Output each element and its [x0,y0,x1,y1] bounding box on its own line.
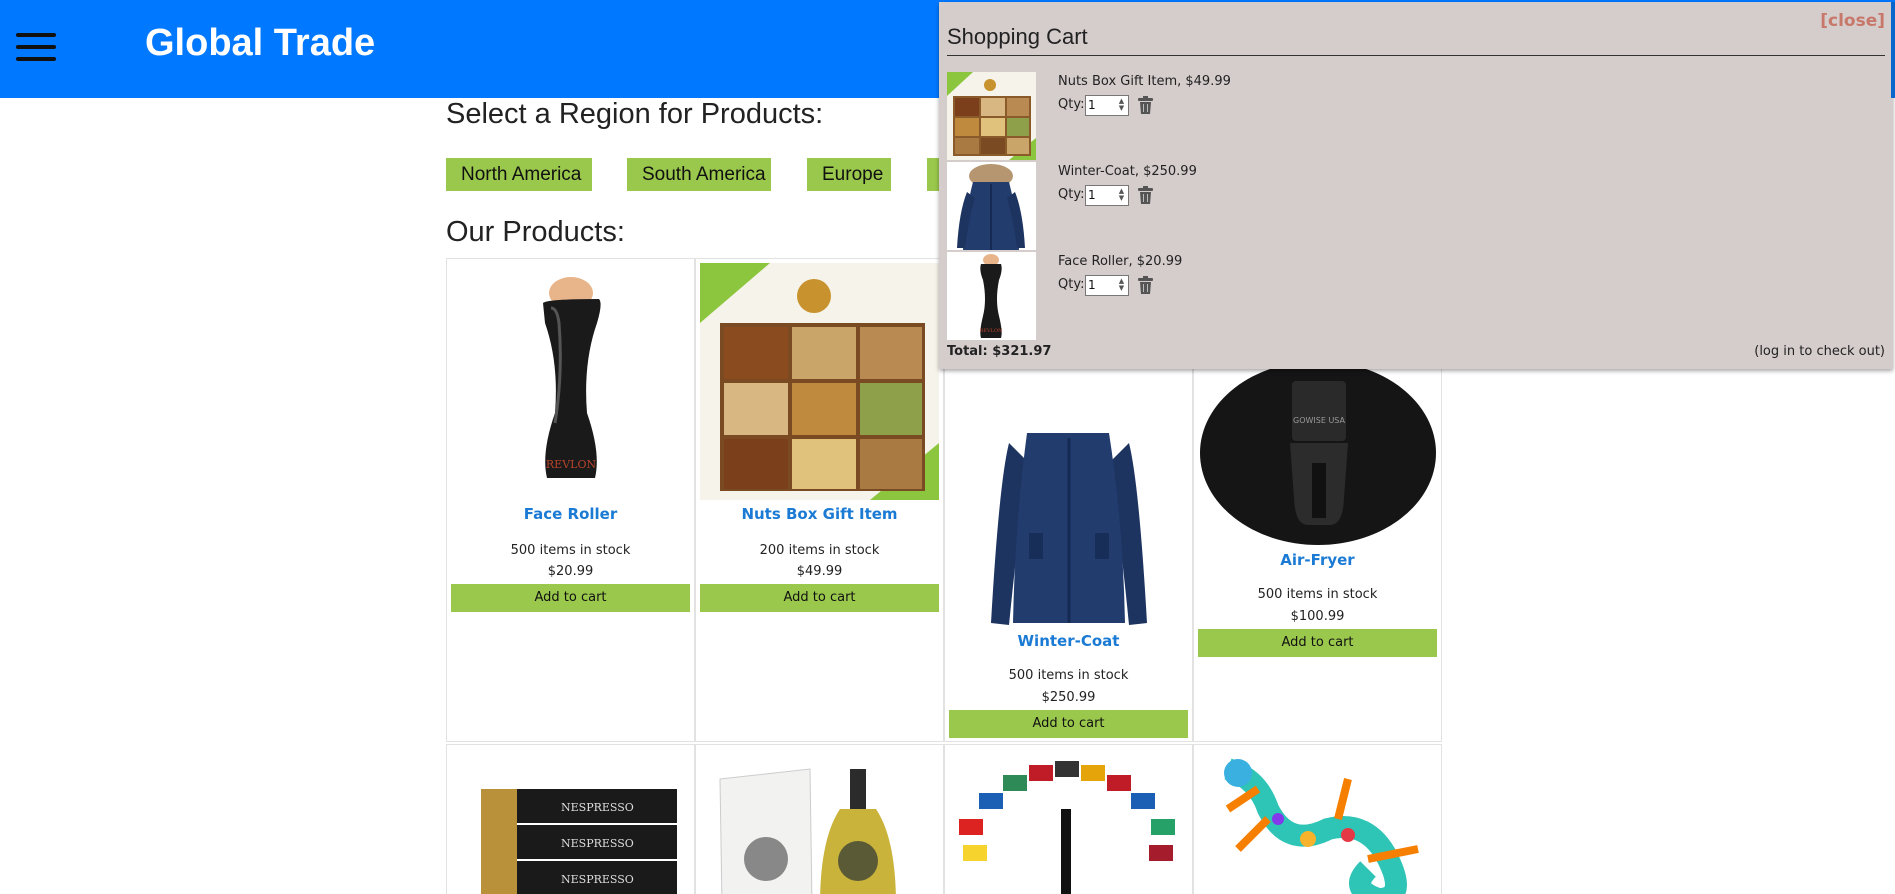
region-europe-button[interactable]: Europe [807,158,891,191]
brand-title: Global Trade [145,22,376,64]
shopping-cart-panel: Shopping Cart [close] Nuts Box Gift Item… [939,2,1893,369]
product-stock: 500 items in stock [1257,587,1378,602]
cart-item: Nuts Box Gift Item, $49.99 Qty: 1 ▲ ▼ [947,72,1877,160]
spinner-arrows-icon[interactable]: ▲ ▼ [1117,278,1126,293]
product-card: NESPRESSO NESPRESSO NESPRESSO [446,744,695,894]
winter-coat-image [947,162,1036,250]
product-price: $100.99 [1290,609,1345,624]
world-flags-image[interactable] [949,749,1188,894]
cart-item: REVLON Face Roller, $20.99 Qty: 1 ▲ ▼ [947,252,1877,340]
quantity-stepper[interactable]: 1 ▲ ▼ [1085,95,1129,116]
product-price: $20.99 [547,564,594,579]
quantity-value: 1 [1088,98,1096,112]
trash-icon[interactable] [1137,96,1154,115]
svg-text:REVLON: REVLON [546,458,597,471]
nuts-box-image [947,72,1036,160]
product-name[interactable]: Face Roller [447,505,694,523]
svg-text:NESPRESSO: NESPRESSO [561,801,634,814]
scrollbar[interactable] [1891,2,1895,98]
face-roller-image: REVLON [947,252,1036,340]
product-name[interactable]: Winter-Coat [945,632,1192,650]
qty-label: Qty: [1058,97,1085,112]
region-south-america-button[interactable]: South America [627,158,771,191]
qty-label: Qty: [1058,277,1085,292]
cart-total: Total: $321.97 [947,344,1052,359]
product-price: $49.99 [796,564,843,579]
spinner-arrows-icon[interactable]: ▲ ▼ [1117,188,1126,203]
add-to-cart-button[interactable]: Add to cart [949,710,1188,738]
quantity-stepper[interactable]: 1 ▲ ▼ [1085,275,1129,296]
cart-divider [947,55,1885,56]
product-card [1193,744,1442,894]
quantity-value: 1 [1088,278,1096,292]
product-card [944,744,1193,894]
trash-icon[interactable] [1137,186,1154,205]
add-to-cart-button[interactable]: Add to cart [700,584,939,612]
cart-item-label: Face Roller, $20.99 [1058,254,1183,269]
hamburger-menu-icon[interactable] [16,33,56,61]
product-card [695,744,944,894]
trash-icon[interactable] [1137,276,1154,295]
region-north-america-button[interactable]: North America [446,158,592,191]
product-stock: 200 items in stock [759,543,880,558]
checkout-note[interactable]: (log in to check out) [1754,344,1885,359]
gecko-art-image[interactable] [1198,749,1437,894]
region-heading: Select a Region for Products: [446,98,824,130]
product-name[interactable]: Nuts Box Gift Item [696,505,943,523]
face-roller-image[interactable]: REVLON [451,263,690,500]
add-to-cart-button[interactable]: Add to cart [1198,629,1437,657]
cart-item-label: Nuts Box Gift Item, $49.99 [1058,74,1231,89]
product-name[interactable]: Air-Fryer [1194,551,1441,569]
product-card: Nuts Box Gift Item 200 items in stock $4… [695,258,944,742]
product-stock: 500 items in stock [510,543,631,558]
svg-text:NESPRESSO: NESPRESSO [561,873,634,886]
svg-text:REVLON: REVLON [980,328,1003,334]
cart-title: Shopping Cart [947,24,1088,49]
products-heading: Our Products: [446,216,625,248]
product-price: $250.99 [1041,690,1096,705]
qty-label: Qty: [1058,187,1085,202]
product-stock: 500 items in stock [1008,668,1129,683]
olive-oil-image[interactable] [700,749,939,894]
cart-item-label: Winter-Coat, $250.99 [1058,164,1197,179]
svg-text:GOWISE USA: GOWISE USA [1293,416,1346,425]
cart-close-link[interactable]: [close] [1820,11,1885,31]
add-to-cart-button[interactable]: Add to cart [451,584,690,612]
nuts-box-image[interactable] [700,263,939,500]
spinner-arrows-icon[interactable]: ▲ ▼ [1117,98,1126,113]
quantity-value: 1 [1088,188,1096,202]
coffee-capsules-image[interactable]: NESPRESSO NESPRESSO NESPRESSO [451,749,690,894]
quantity-stepper[interactable]: 1 ▲ ▼ [1085,185,1129,206]
svg-text:NESPRESSO: NESPRESSO [561,837,634,850]
cart-item: Winter-Coat, $250.99 Qty: 1 ▲ ▼ [947,162,1877,250]
product-card: REVLON Face Roller 500 items in stock $2… [446,258,695,742]
